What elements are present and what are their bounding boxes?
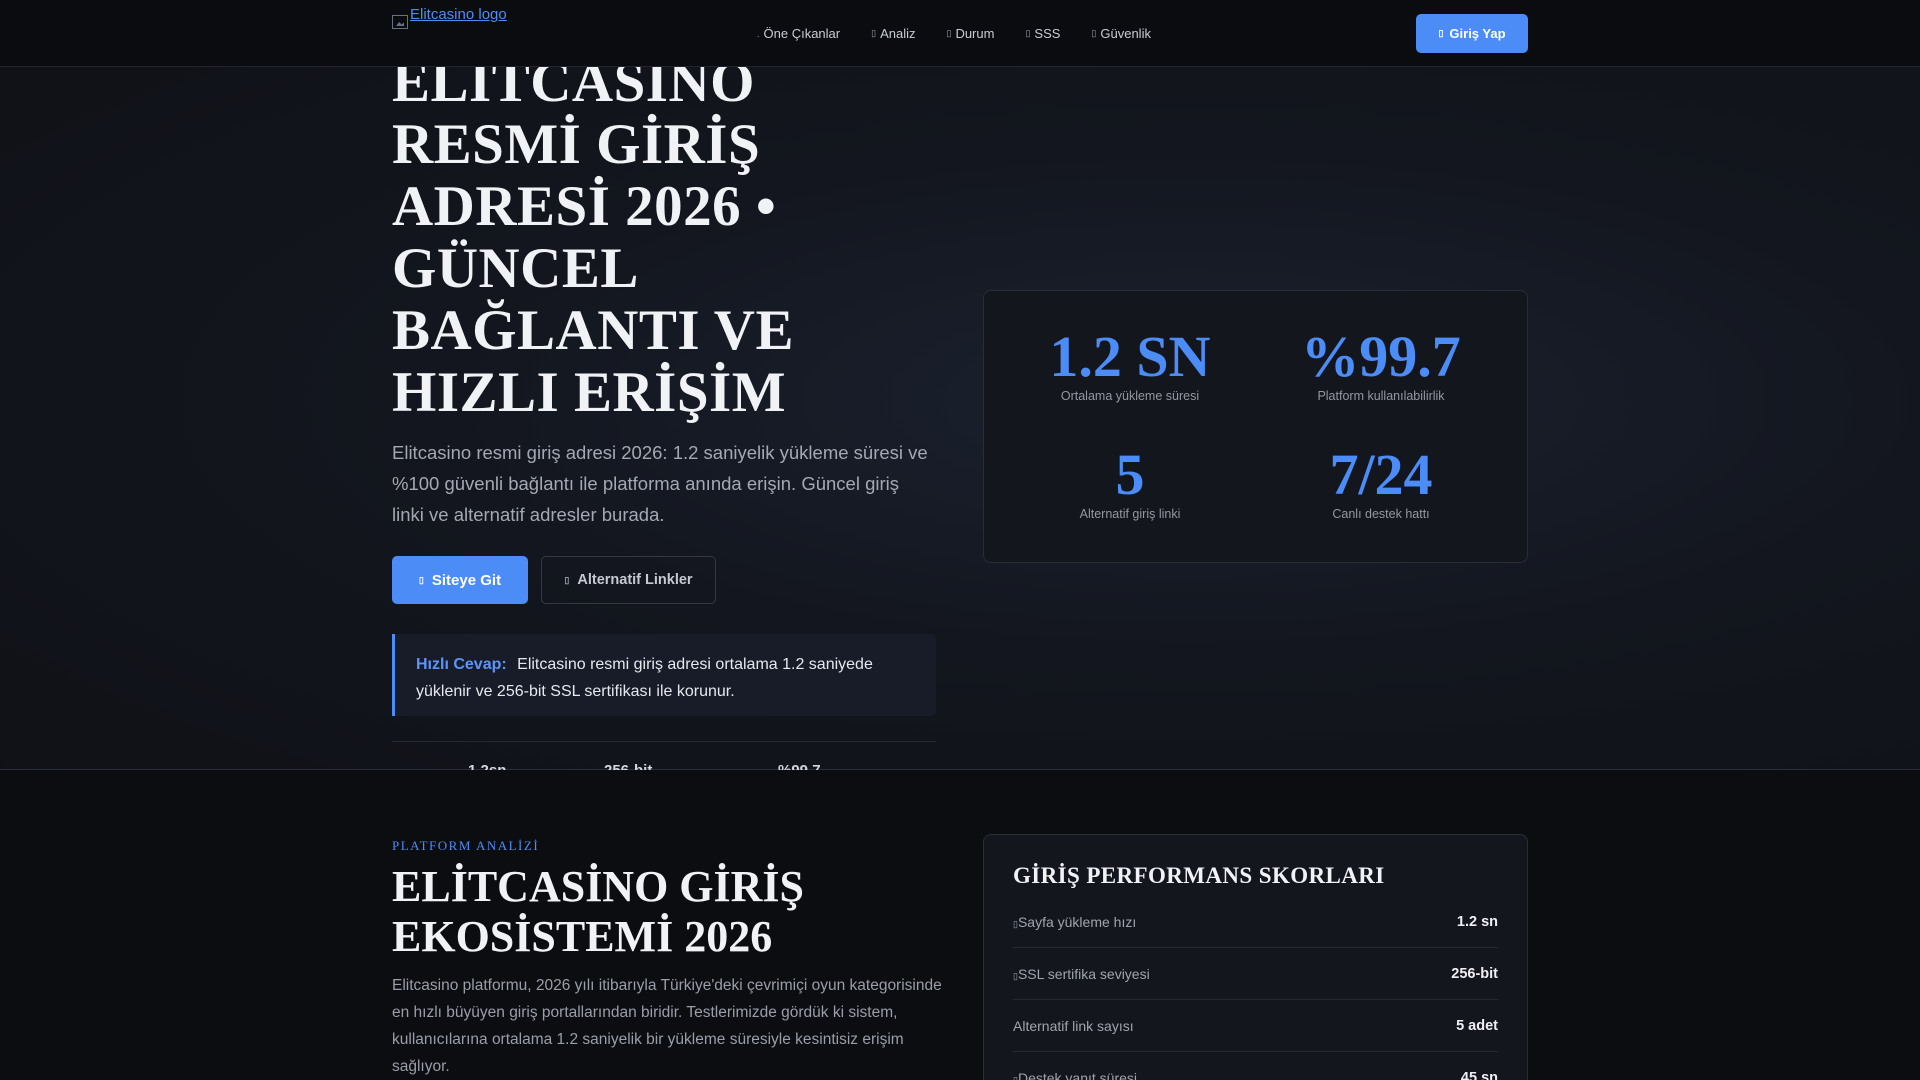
stat-label: Alternatif giriş linki	[1079, 507, 1181, 521]
performance-title: GİRİŞ PERFORMANS SKORLARI	[1013, 863, 1385, 888]
stat-value: 7/24	[1329, 442, 1433, 507]
nav-link-label: Durum	[955, 26, 995, 41]
stat-value: %99.7	[1301, 324, 1461, 389]
stat-label: Platform kullanılabilirlik	[1317, 389, 1445, 403]
stat-value: 5	[1115, 442, 1145, 507]
nav-link-label: Analiz	[880, 26, 916, 41]
nav-links: . Öne Çıkanlar ▯ Analiz ▯ Durum ▯ SSS ▯ …	[757, 26, 1151, 41]
broken-image-icon	[392, 15, 408, 29]
performance-list: ▯Sayfa yükleme hızı 1.2 sn ▯SSL sertifik…	[1013, 896, 1498, 1080]
star-icon: .	[757, 28, 760, 39]
stat-availability: %99.7 Platform kullanılabilirlik	[1256, 324, 1506, 404]
nav-link-faq[interactable]: ▯ SSS	[1025, 26, 1060, 41]
stat-label: Canlı destek hattı	[1332, 507, 1430, 521]
mini-stat-uptime: %99.7	[778, 762, 821, 770]
nav-link-label: Öne Çıkanlar	[763, 26, 841, 41]
stat-live-support: 7/24 Canlı destek hattı	[1256, 442, 1506, 522]
link-icon: ▯	[564, 574, 570, 585]
nav-link-label: Güvenlik	[1100, 26, 1151, 41]
login-icon: ▯	[1438, 28, 1444, 38]
mini-stats-divider	[392, 741, 936, 742]
performance-row: ▯SSL sertifika seviyesi 256-bit	[1013, 948, 1498, 1000]
performance-row: ▯Destek yanıt süresi 45 sn	[1013, 1052, 1498, 1080]
hero-background	[0, 0, 1920, 770]
performance-label: ▯Destek yanıt süresi	[1013, 1070, 1137, 1080]
nav-link-label: SSS	[1034, 26, 1061, 41]
logo-alt-text: Elitcasino logo	[410, 6, 507, 23]
analysis-eyebrow: PLATFORM ANALİZİ	[392, 838, 540, 853]
stat-value: 1.2 SN	[1049, 324, 1211, 389]
performance-label: ▯Sayfa yükleme hızı	[1013, 913, 1137, 930]
alternative-links-button[interactable]: ▯ Alternatif Linkler	[541, 556, 716, 604]
question-icon: ▯	[1025, 28, 1031, 38]
performance-label: ▯SSL sertifika seviyesi	[1013, 965, 1150, 982]
stat-label: Ortalama yükleme süresi	[1060, 389, 1200, 403]
stat-alternative-links: 5 Alternatif giriş linki	[1005, 442, 1255, 522]
mini-stat-ssl: 256-bit	[604, 762, 652, 770]
hero-title: ELİTCASİNO RESMİ GİRİŞ ADRESİ 2026 • GÜN…	[392, 51, 794, 424]
performance-label: Alternatif link sayısı	[1013, 1017, 1134, 1034]
chart-icon: ▯	[871, 28, 877, 38]
quick-answer-box: Hızlı Cevap: Elitcasino resmi giriş adre…	[392, 634, 936, 716]
nav-link-security[interactable]: ▯ Güvenlik	[1091, 26, 1151, 41]
performance-value: 1.2 sn	[1456, 913, 1498, 930]
performance-card: GİRİŞ PERFORMANS SKORLARI ▯Sayfa yükleme…	[983, 834, 1528, 1080]
performance-row: ▯Sayfa yükleme hızı 1.2 sn	[1013, 896, 1498, 948]
stat-load-time: 1.2 SN Ortalama yükleme süresi	[1005, 324, 1255, 404]
analysis-title: ELİTCASİNO GİRİŞ EKOSİSTEMİ 2026	[392, 862, 805, 961]
nav-link-analysis[interactable]: ▯ Analiz	[871, 26, 915, 41]
nav-link-status[interactable]: ▯ Durum	[946, 26, 994, 41]
site-logo[interactable]: Elitcasino logo	[392, 6, 507, 29]
shield-icon: ▯	[1091, 28, 1097, 38]
performance-row: Alternatif link sayısı 5 adet	[1013, 1000, 1498, 1052]
login-button-label: Giriş Yap	[1449, 26, 1506, 41]
section-divider	[0, 769, 1920, 770]
hero-stats-card: 1.2 SN Ortalama yükleme süresi %99.7 Pla…	[983, 290, 1528, 563]
hero-description: Elitcasino resmi giriş adresi 2026: 1.2 …	[392, 442, 928, 525]
nav-link-featured[interactable]: . Öne Çıkanlar	[757, 26, 840, 41]
analysis-description: Elitcasino platformu, 2026 yılı itibarıy…	[392, 977, 942, 1075]
mini-stats-row: 1.2sn 256-bit %99.7	[392, 762, 936, 770]
top-navbar: Elitcasino logo . Öne Çıkanlar ▯ Analiz …	[0, 0, 1920, 67]
performance-value: 256-bit	[1451, 965, 1498, 982]
login-button[interactable]: ▯ Giriş Yap	[1416, 14, 1528, 53]
quick-answer-label: Hızlı Cevap:	[416, 656, 507, 673]
go-to-site-label: Siteye Git	[431, 571, 502, 589]
alternative-links-label: Alternatif Linkler	[577, 572, 693, 588]
mini-stat-load: 1.2sn	[468, 762, 506, 770]
go-to-site-button[interactable]: ▯ Siteye Git	[392, 556, 528, 604]
analysis-background	[0, 770, 1920, 1080]
performance-value: 5 adet	[1456, 1017, 1498, 1034]
external-link-icon: ▯	[418, 574, 424, 585]
performance-value: 45 sn	[1460, 1069, 1498, 1080]
status-icon: ▯	[946, 28, 952, 38]
